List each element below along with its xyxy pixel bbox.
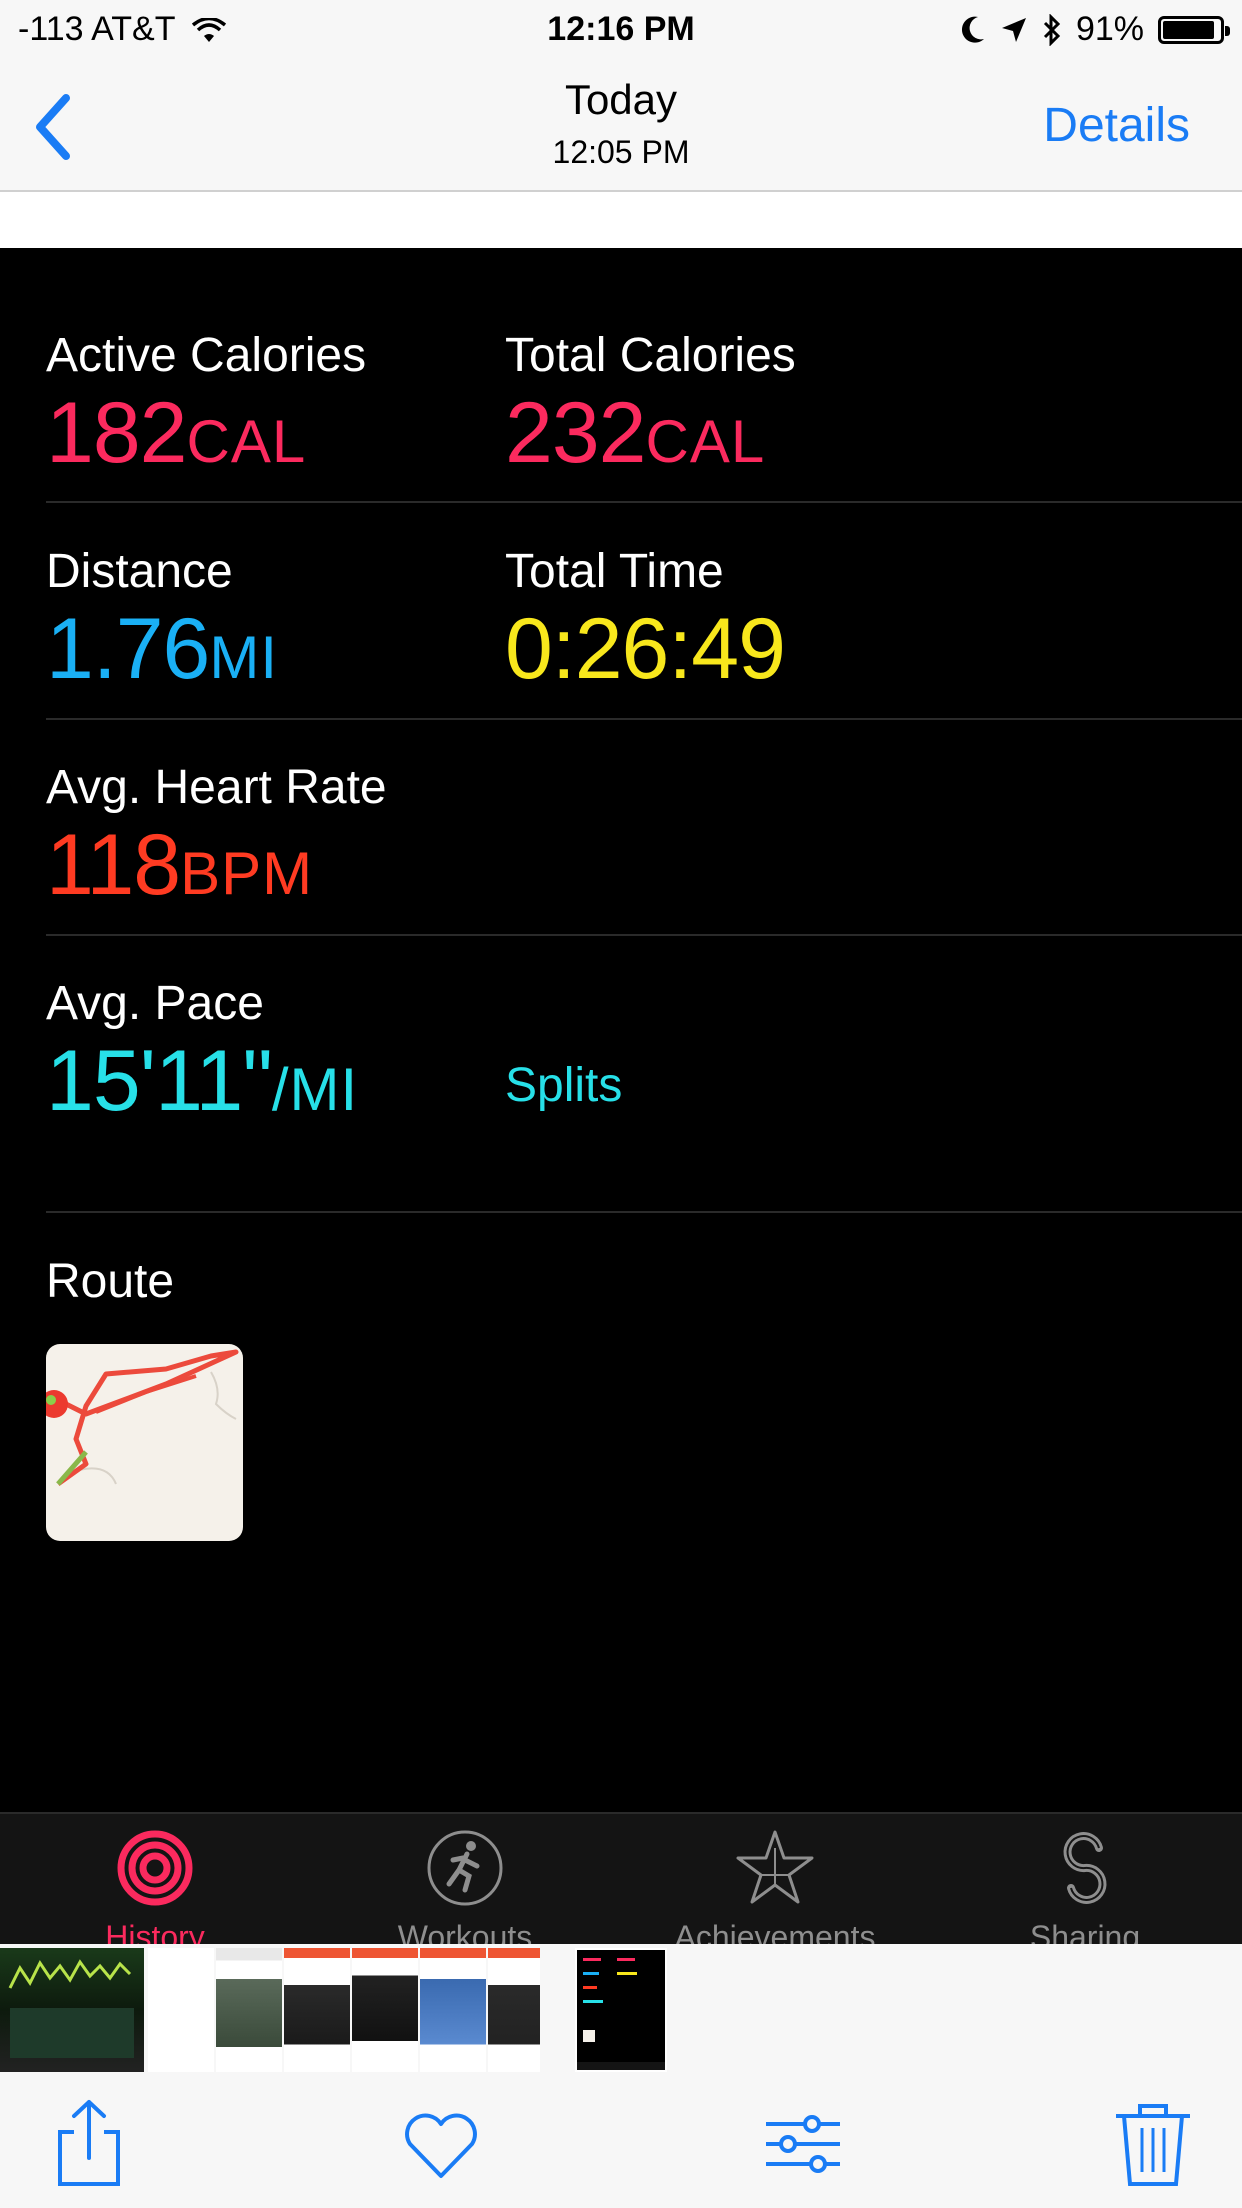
photo-filmstrip — [0, 1944, 1242, 2074]
tab-label: Achievements — [674, 1919, 876, 1944]
distance-number: 1.76 — [46, 601, 210, 697]
tab-label: Sharing — [1029, 1919, 1141, 1944]
heart-rate-label: Avg. Heart Rate — [46, 761, 387, 814]
star-icon — [736, 1830, 814, 1904]
divider — [46, 934, 1242, 936]
battery-fill — [1163, 20, 1214, 39]
total-time-label: Total Time — [505, 545, 724, 598]
distance-label: Distance — [46, 545, 233, 598]
divider — [46, 718, 1242, 720]
tab-achievements[interactable]: Achievements — [620, 1828, 930, 1944]
pace-unit: /MI — [271, 1056, 359, 1123]
filmstrip-thumbnail[interactable] — [420, 1948, 486, 2072]
total-time-number: 0:26:49 — [505, 601, 786, 697]
status-bar: -113 AT&T 12:16 PM 91% — [0, 0, 1242, 62]
pace-value: 15'11"/MI — [46, 1038, 358, 1124]
route-label: Route — [46, 1255, 175, 1308]
nav-bar: Today 12:05 PM Details — [0, 62, 1242, 192]
trash-icon[interactable] — [1108, 2098, 1198, 2188]
distance-unit: MI — [209, 624, 279, 691]
thumbnail-graph — [8, 1959, 134, 2058]
route-map-thumbnail[interactable] — [46, 1344, 243, 1541]
filmstrip-thumbnail[interactable] — [284, 1948, 350, 2072]
distance-value: 1.76MI — [46, 606, 278, 692]
pace-label: Avg. Pace — [46, 977, 264, 1030]
filmstrip-thumbnail[interactable] — [488, 1948, 540, 2072]
battery-icon — [1158, 15, 1230, 44]
header-spacer — [0, 192, 1242, 248]
active-calories-unit: CAL — [186, 408, 307, 475]
active-calories-label: Active Calories — [46, 329, 367, 382]
heart-rate-number: 118 — [46, 817, 181, 913]
total-time-value: 0:26:49 — [505, 606, 786, 692]
workout-summary: Active Calories 182CAL Total Calories 23… — [0, 248, 1242, 1812]
heart-icon[interactable] — [396, 2098, 486, 2188]
pace-number: 15'11" — [46, 1033, 273, 1129]
tab-history[interactable]: History — [0, 1828, 310, 1944]
adjust-icon[interactable] — [758, 2098, 848, 2188]
route-map-drawing — [46, 1349, 239, 1487]
photo-toolbar — [0, 2074, 1242, 2208]
moon-icon — [961, 16, 984, 43]
tab-label: Workouts — [397, 1919, 533, 1944]
divider — [46, 1211, 1242, 1213]
share-icon[interactable] — [44, 2098, 134, 2188]
total-calories-unit: CAL — [645, 408, 766, 475]
location-arrow-icon — [1001, 17, 1026, 42]
tab-label: History — [105, 1919, 205, 1944]
active-calories-number: 182 — [46, 385, 187, 481]
total-calories-number: 232 — [505, 385, 646, 481]
heart-rate-value: 118BPM — [46, 822, 313, 908]
details-button[interactable]: Details — [1043, 98, 1190, 153]
sharing-icon — [1063, 1832, 1107, 1904]
tab-workouts[interactable]: Workouts — [310, 1828, 620, 1944]
filmstrip-thumbnail[interactable] — [0, 1948, 144, 2072]
divider — [46, 501, 1242, 503]
thumbnail-workout — [577, 1958, 665, 2070]
tab-sharing[interactable]: Sharing — [930, 1828, 1240, 1944]
filmstrip-thumbnail[interactable] — [352, 1948, 418, 2072]
filmstrip-thumbnail[interactable] — [148, 1948, 214, 2072]
active-calories-value: 182CAL — [46, 390, 306, 476]
filmstrip-thumbnail-selected[interactable] — [575, 1948, 667, 2072]
splits-link[interactable]: Splits — [505, 1058, 622, 1113]
filmstrip-thumbnail[interactable] — [216, 1948, 282, 2072]
running-figure-icon — [427, 1830, 503, 1906]
total-calories-value: 232CAL — [505, 390, 765, 476]
battery-percent: 91% — [1075, 10, 1144, 48]
total-calories-label: Total Calories — [505, 329, 796, 382]
heart-rate-unit: BPM — [180, 840, 314, 907]
activity-rings-icon — [117, 1830, 193, 1906]
status-right-group: 91% — [960, 10, 1230, 49]
bluetooth-icon — [1043, 13, 1061, 46]
tab-bar: History Workouts Achievements Sharing — [0, 1812, 1242, 1944]
